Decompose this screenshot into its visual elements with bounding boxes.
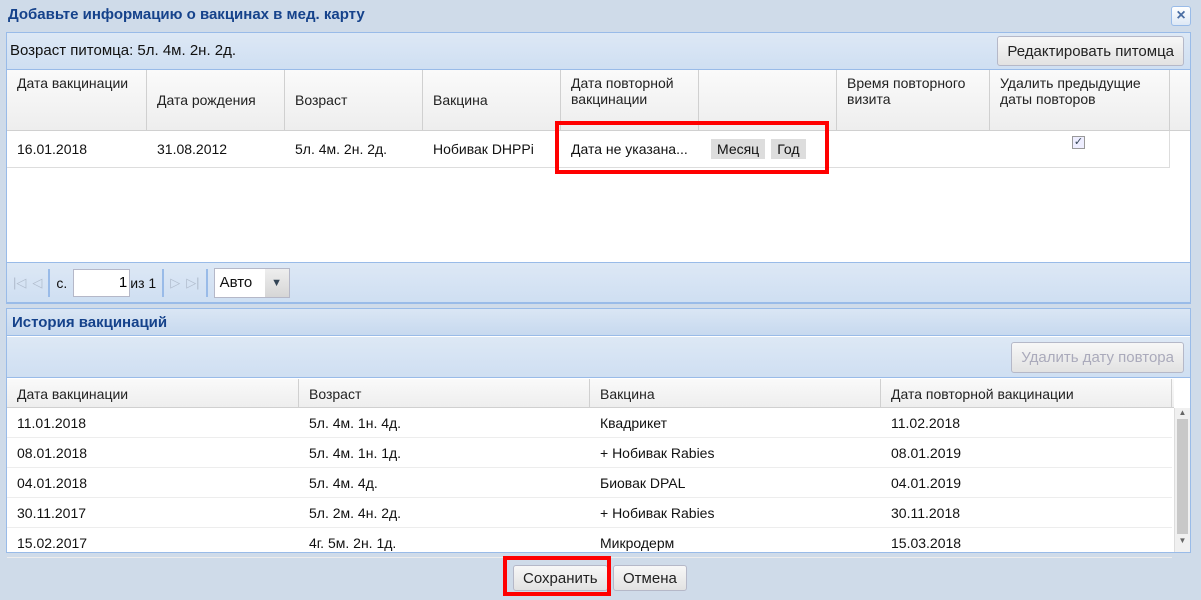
col-vacc-date[interactable]: Дата вакцинации (7, 70, 147, 130)
history-cell: Микродерм (600, 534, 675, 551)
col-birth-date[interactable]: Дата рождения (147, 70, 285, 130)
hcol-vaccine[interactable]: Вакцина (590, 379, 881, 407)
scrollbar[interactable]: ▲ ▼ (1174, 408, 1190, 552)
dialog-title: Добавьте информацию о вакцинах в мед. ка… (8, 6, 365, 23)
page-count: из 1 (130, 274, 157, 291)
first-page-icon[interactable]: |◁ (13, 275, 26, 291)
history-cell: 04.01.2019 (891, 474, 962, 491)
pet-age: Возраст питомца: 5л. 4м. 2н. 2д. (10, 42, 237, 59)
history-cell: 30.11.2017 (17, 504, 87, 521)
delete-prev-checkbox[interactable]: ✓ (1072, 136, 1085, 149)
scroll-up-icon[interactable]: ▲ (1175, 408, 1190, 417)
page-size-select[interactable]: Авто ▼ (213, 267, 290, 298)
col-vaccine[interactable]: Вакцина (423, 70, 561, 130)
table-row[interactable]: 04.01.2018 5л. 4м. 4д. Биовак DPAL 04.01.20… (7, 468, 1172, 498)
page-input[interactable] (73, 268, 131, 297)
history-cell: 5л. 2м. 4н. 2д. (309, 504, 402, 521)
top-toolbar: Возраст питомца: 5л. 4м. 2н. 2д. Редакти… (7, 33, 1190, 70)
vacc-date: 16.01.2018 (17, 141, 88, 157)
history-toolbar: Удалить дату повтора (7, 337, 1190, 378)
paging-toolbar: |◁ ◁ с. из 1 ▷ ▷| Авто ▼ (7, 262, 1190, 303)
col-age[interactable]: Возраст (285, 70, 423, 130)
page-size-value: Авто (219, 273, 253, 291)
visit-time[interactable] (837, 131, 857, 167)
history-cell: 08.01.2019 (891, 444, 962, 461)
history-cell: 08.01.2018 (17, 444, 88, 461)
history-cell: 5л. 4м. 4д. (309, 474, 378, 491)
delete-revacc-button[interactable]: Удалить дату повтора (1011, 342, 1184, 373)
hcol-age[interactable]: Возраст (299, 379, 590, 407)
history-cell: 15.03.2018 (891, 534, 962, 551)
history-cell: 4г. 5м. 2н. 1д. (309, 534, 397, 551)
history-cell: 15.02.2017 (17, 534, 88, 551)
table-row[interactable]: 08.01.2018 5л. 4м. 1н. 1д. + Нобивак Rabie… (7, 438, 1172, 468)
close-icon[interactable]: × (1171, 6, 1191, 26)
chevron-down-icon[interactable]: ▼ (264, 268, 289, 297)
history-title: История вакцинаций (7, 309, 1190, 336)
highlight-save (503, 556, 611, 596)
age: 5л. 4м. 2н. 2д. (295, 141, 388, 157)
page-label: с. (56, 274, 68, 291)
history-cell: 04.01.2018 (17, 474, 88, 491)
vaccine: Нобивак DHPPi (433, 141, 534, 157)
history-cell: + Нобивак Rabies (600, 504, 715, 521)
hcol-revacc-date[interactable]: Дата повторной вакцинации (881, 379, 1172, 407)
history-cell: + Нобивак Rabies (600, 444, 715, 461)
history-panel: История вакцинаций Удалить дату повтора … (6, 308, 1191, 558)
cancel-button[interactable]: Отмена (613, 565, 687, 591)
table-row[interactable]: 30.11.2017 5л. 2м. 4н. 2д. + Нобивак Rabie… (7, 498, 1172, 528)
history-cell: Биовак DPAL (600, 474, 686, 491)
birth-date: 31.08.2012 (157, 141, 228, 157)
scroll-thumb[interactable] (1177, 419, 1188, 534)
separator (205, 268, 208, 297)
separator (48, 268, 51, 297)
prev-page-icon[interactable]: ◁ (32, 275, 42, 291)
next-page-icon[interactable]: ▷ (170, 275, 180, 291)
hcol-vacc-date[interactable]: Дата вакцинации (7, 379, 299, 407)
separator (162, 268, 165, 297)
history-cell: 11.01.2018 (17, 414, 87, 431)
highlight-revacc (555, 121, 829, 174)
history-cell: 30.11.2018 (891, 504, 961, 521)
history-cell: Квадрикет (600, 414, 668, 431)
col-delete-prev[interactable]: Удалить предыдущие даты повторов (990, 70, 1170, 130)
history-grid: Дата вакцинации Возраст Вакцина Дата пов… (7, 379, 1190, 558)
history-cell: 5л. 4м. 1н. 1д. (309, 444, 402, 461)
col-visit-time[interactable]: Время повторного визита (837, 70, 990, 130)
last-page-icon[interactable]: ▷| (186, 275, 199, 291)
table-row[interactable]: 11.01.2018 5л. 4м. 1н. 4д. Квадрикет 11.02.… (7, 408, 1172, 438)
history-cell: 5л. 4м. 1н. 4д. (309, 414, 402, 431)
scroll-down-icon[interactable]: ▼ (1175, 536, 1190, 545)
edit-pet-button[interactable]: Редактировать питомца (997, 36, 1184, 66)
table-row[interactable]: 15.02.2017 4г. 5м. 2н. 1д. Микродерм 15.03.… (7, 528, 1172, 558)
history-cell: 11.02.2018 (891, 414, 961, 431)
